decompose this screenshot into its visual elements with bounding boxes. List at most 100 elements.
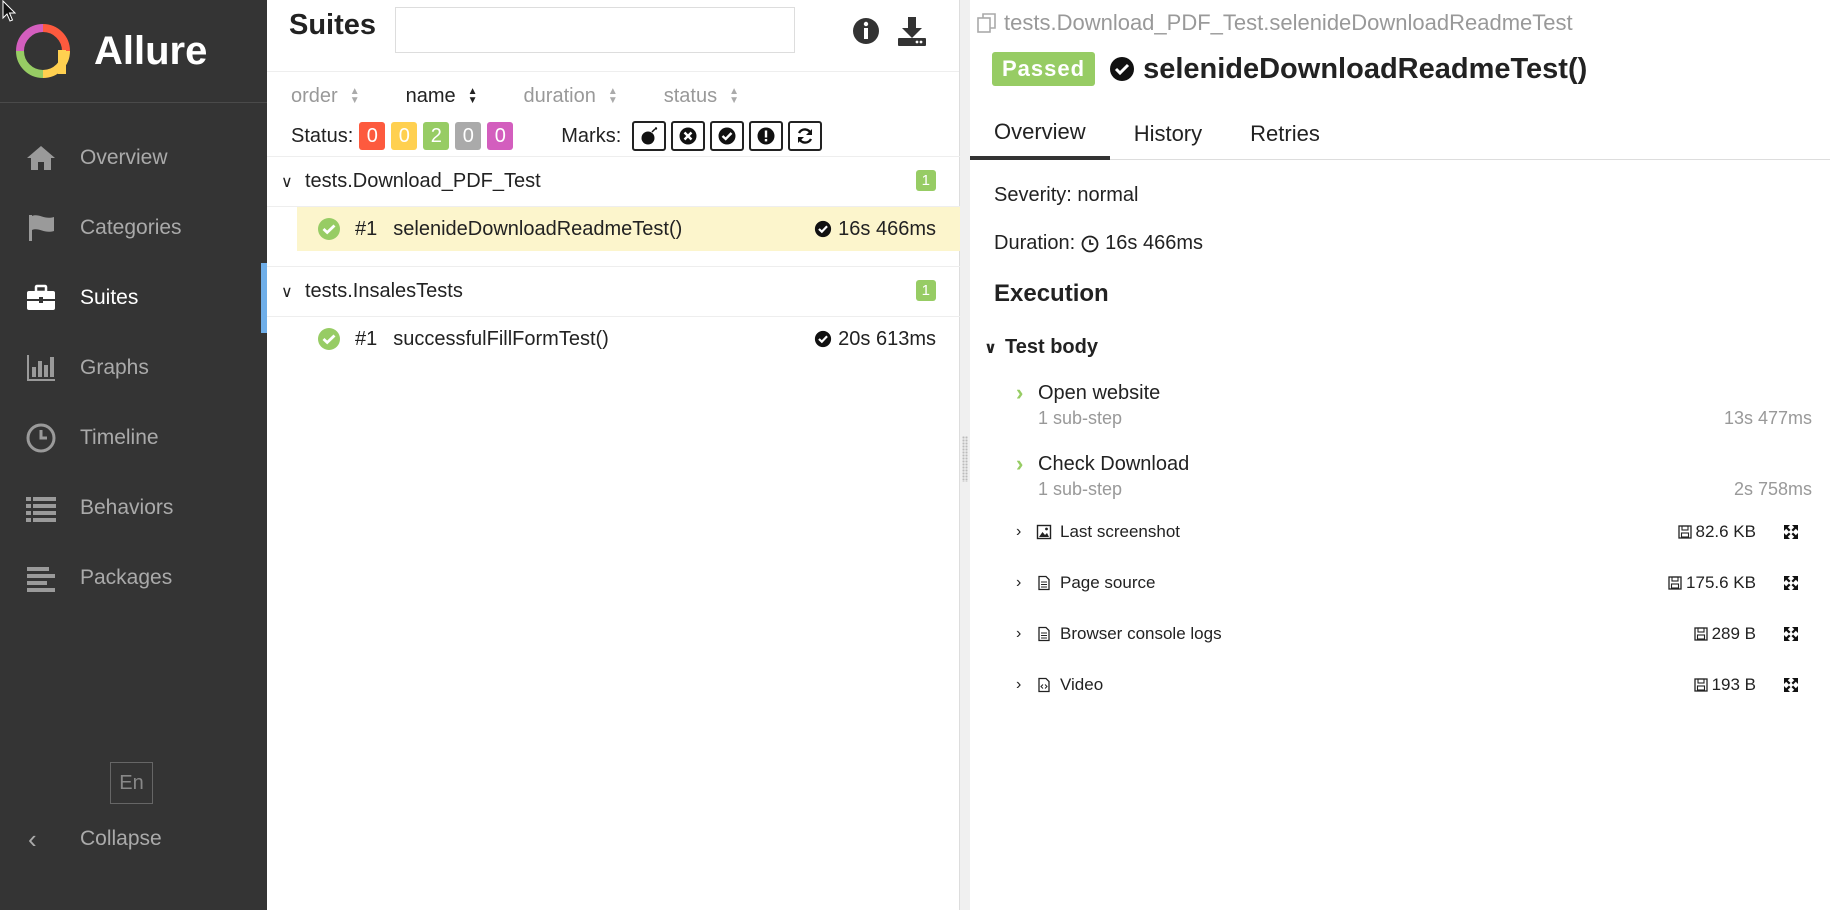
- attachment-size: 289 B: [1693, 624, 1756, 644]
- sidebar-item-label: Overview: [80, 146, 168, 169]
- mark-retries-button[interactable]: [788, 121, 823, 151]
- sort-order[interactable]: order ▲ ▼: [291, 85, 360, 108]
- size-text: 82.6 KB: [1695, 522, 1757, 541]
- step-item[interactable]: › Open website 1 sub-step 13s 477ms: [1016, 380, 1812, 429]
- suite-count-badge: 1: [915, 280, 936, 301]
- brand[interactable]: Allure: [0, 0, 267, 103]
- save-icon: [1693, 678, 1708, 692]
- expand-icon[interactable]: [1782, 625, 1800, 643]
- step-time: 13s 477ms: [1723, 408, 1812, 428]
- allure-report: Allure Overview Categories Suites Graphs…: [0, 0, 1830, 910]
- sidebar: Allure Overview Categories Suites Graphs…: [0, 0, 267, 910]
- home-icon: [24, 141, 58, 175]
- suite-group-header[interactable]: ∨ tests.Download_PDF_Test 1: [267, 157, 960, 207]
- tab-retries[interactable]: Retries: [1226, 108, 1344, 160]
- status-filter-bar: Status: 0 0 2 0 0 Marks:: [267, 118, 823, 154]
- tab-overview[interactable]: Overview: [970, 108, 1110, 160]
- chevron-right-icon: ›: [1016, 574, 1022, 591]
- splitter-handle[interactable]: [962, 436, 968, 482]
- attachment-row[interactable]: › Video 193 B: [1016, 670, 1800, 700]
- collapse-button[interactable]: ‹ Collapse: [0, 818, 162, 860]
- test-title: selenideDownloadReadmeTest(): [1143, 52, 1588, 85]
- mark-flaky-button[interactable]: [632, 121, 667, 151]
- attachment-row[interactable]: › Browser console logs 289 B: [1016, 619, 1800, 649]
- attachment-size: 175.6 KB: [1668, 573, 1756, 593]
- suites-panel: Suites order ▲ ▼ name ▲ ▼ duration ▲ ▼ stat…: [267, 0, 960, 910]
- status-broken-toggle[interactable]: 0: [391, 122, 418, 150]
- status-failed-toggle[interactable]: 0: [359, 122, 386, 150]
- status-badge: Passed: [992, 52, 1096, 86]
- chevron-left-icon: ‹: [28, 823, 37, 854]
- save-icon: [1668, 576, 1682, 590]
- pane-splitter[interactable]: [960, 0, 970, 910]
- expand-icon[interactable]: [1782, 523, 1800, 541]
- sort-label: duration: [523, 84, 596, 107]
- test-row[interactable]: #1 selenideDownloadReadmeTest() 16s 466m…: [297, 207, 960, 251]
- duration: Duration: 16s 466ms: [994, 232, 1203, 255]
- duration-label: Duration:: [994, 232, 1076, 254]
- save-icon: [1693, 627, 1708, 641]
- marks-label: Marks:: [561, 124, 622, 147]
- attachment-size: 82.6 KB: [1677, 522, 1757, 542]
- suite-group-header[interactable]: ∨ tests.InsalesTests 1: [267, 267, 960, 317]
- attachment-size: 193 B: [1693, 675, 1756, 695]
- chevron-down-icon: ∨: [281, 173, 293, 191]
- sidebar-item-behaviors[interactable]: Behaviors: [0, 473, 267, 543]
- suite-count-badge: 1: [915, 170, 936, 191]
- test-title-row: Passed selenideDownloadReadmeTest(): [992, 52, 1587, 86]
- sort-icon: ▲ ▼: [467, 86, 478, 106]
- test-body-toggle[interactable]: ∨ Test body: [984, 336, 1098, 359]
- sidebar-item-suites[interactable]: Suites: [0, 263, 267, 333]
- mark-new-passed-button[interactable]: [710, 121, 745, 151]
- step-item[interactable]: › Check Download 1 sub-step 2s 758ms: [1016, 451, 1812, 500]
- size-text: 193 B: [1711, 675, 1756, 694]
- check-circle-icon: [815, 220, 832, 238]
- expand-icon[interactable]: [1782, 676, 1800, 694]
- attachment-name: Last screenshot: [1060, 522, 1181, 541]
- chevron-right-icon: ›: [1016, 676, 1022, 693]
- test-row[interactable]: #1 successfulFillFormTest() 20s 613ms: [297, 317, 960, 361]
- sort-label: order: [291, 84, 338, 107]
- sidebar-item-categories[interactable]: Categories: [0, 193, 267, 263]
- expand-icon[interactable]: [1782, 574, 1800, 592]
- sidebar-item-overview[interactable]: Overview: [0, 123, 267, 193]
- step-name: Open website: [1038, 381, 1161, 404]
- mark-new-failed-button[interactable]: [671, 121, 706, 151]
- duration-text: 16s 466ms: [838, 217, 936, 240]
- exclamation-circle-icon: [757, 127, 775, 145]
- sort-duration[interactable]: duration ▲ ▼: [524, 85, 618, 108]
- attachment-name: Browser console logs: [1060, 624, 1222, 643]
- clock-icon: [1081, 235, 1099, 252]
- sort-icon: ▲ ▼: [349, 86, 360, 106]
- sidebar-item-timeline[interactable]: Timeline: [0, 403, 267, 473]
- sort-icon: ▲ ▼: [607, 86, 618, 106]
- sort-name[interactable]: name ▲ ▼: [406, 85, 478, 108]
- passed-status-icon: [318, 218, 340, 240]
- detail-tabs: Overview History Retries: [970, 108, 1830, 160]
- download-icon[interactable]: [895, 14, 929, 48]
- sidebar-item-graphs[interactable]: Graphs: [0, 333, 267, 403]
- flag-icon: [24, 211, 58, 245]
- attachment-row[interactable]: › Last screenshot 82.6 KB: [1016, 517, 1800, 547]
- page-title: Suites: [289, 9, 377, 41]
- status-unknown-toggle[interactable]: 0: [487, 122, 514, 150]
- status-skipped-toggle[interactable]: 0: [455, 122, 482, 150]
- attachment-row[interactable]: › Page source 175.6 KB: [1016, 568, 1800, 598]
- status-passed-toggle[interactable]: 2: [423, 122, 450, 150]
- attachment-name: Page source: [1060, 573, 1156, 592]
- copy-icon[interactable]: [976, 12, 998, 34]
- info-icon[interactable]: [851, 16, 881, 46]
- sort-status[interactable]: status ▲ ▼: [664, 85, 739, 108]
- test-details-panel: tests.Download_PDF_Test.selenideDownload…: [970, 0, 1830, 910]
- list-icon: [24, 491, 58, 525]
- file-icon: [1038, 626, 1050, 642]
- search-input[interactable]: [395, 7, 795, 53]
- step-substeps: 1 sub-step: [1038, 479, 1123, 499]
- sort-icon: ▲ ▼: [729, 86, 739, 106]
- sidebar-item-packages[interactable]: Packages: [0, 543, 267, 613]
- status-label: Status:: [291, 124, 354, 147]
- mark-new-broken-button[interactable]: [749, 121, 784, 151]
- duration-value: 16s 466ms: [1105, 232, 1203, 254]
- language-button[interactable]: En: [110, 762, 153, 804]
- tab-history[interactable]: History: [1110, 108, 1226, 160]
